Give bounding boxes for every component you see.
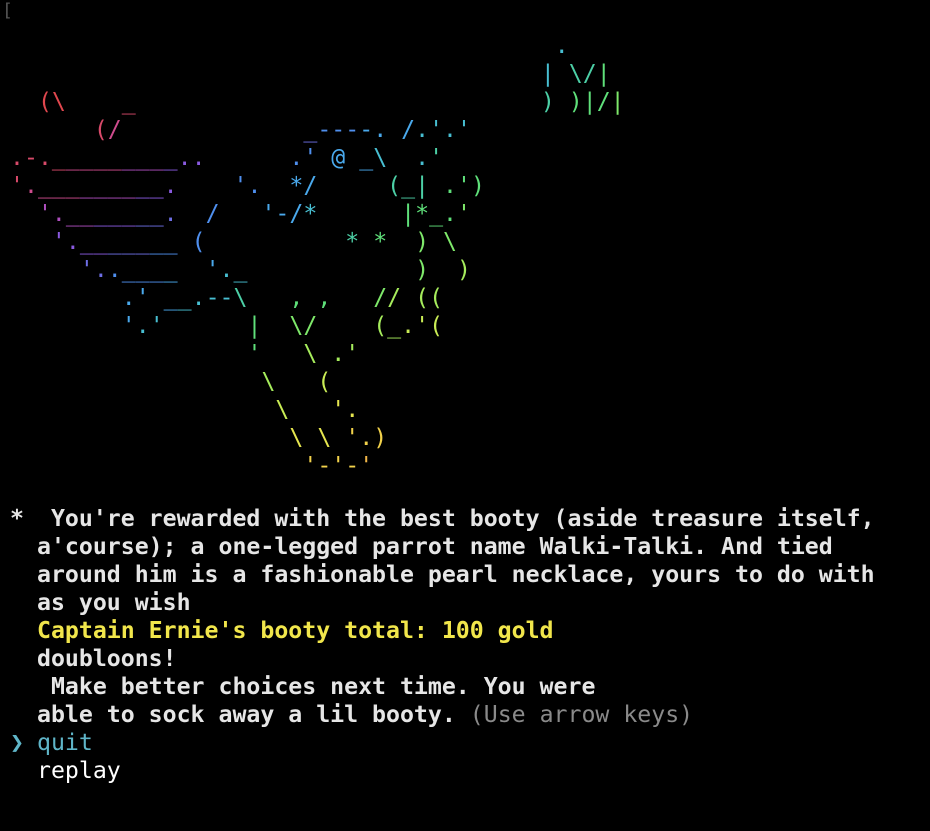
ascii-art-line: .-._________.. .' @ _\ .' — [10, 144, 444, 171]
ascii-art-line: '..____ '._ ) ) — [79, 256, 471, 283]
ascii-art-line: .' __.--\ , , // (( — [121, 284, 444, 311]
message-line-8: able to sock away a lil booty. (Use arro… — [37, 701, 694, 728]
message-line-6: doubloons! — [37, 645, 177, 672]
ascii-art-line: ' \ .' — [247, 340, 360, 367]
ascii-art-line: '._________. '. */ (_| .') — [10, 172, 485, 199]
selection-pointer-icon: ❯ — [10, 729, 24, 756]
ascii-art-line: \ '. — [275, 396, 360, 423]
message-line-4: as you wish — [37, 589, 191, 616]
message-line-1: * You're rewarded with the best booty (a… — [10, 505, 875, 532]
ascii-art-line: (/ _----. /.'.' — [93, 116, 471, 143]
booty-total-line: Captain Ernie's booty total: 100 gold — [37, 617, 554, 644]
message-line-3: around him is a fashionable pearl neckla… — [37, 561, 875, 588]
ascii-art-line: \ \ '.) — [289, 424, 388, 451]
message-line-7: Make better choices next time. You were — [37, 673, 596, 700]
ascii-art-line: (\ _ ) )|/| — [37, 88, 625, 115]
ascii-art-line: \ ( — [261, 368, 332, 395]
ascii-art-line: '._______ ( * * ) \ — [51, 228, 457, 255]
terminal-corner-glyph: [ — [2, 0, 13, 21]
option-replay[interactable]: replay — [10, 757, 875, 785]
ascii-art-line: '-'-' — [303, 452, 374, 479]
terminal-window: [ . | \/| (\ _ ) )|/| (/ _----. /.'.' .-.… — [0, 0, 930, 831]
bullet-star: * — [10, 505, 24, 532]
message-block: * You're rewarded with the best booty (a… — [10, 505, 875, 785]
arrow-keys-hint: (Use arrow keys) — [455, 701, 694, 728]
ascii-art-line: . — [554, 32, 569, 59]
parrot-ascii-art: . | \/| (\ _ ) )|/| (/ _----. /.'.' .-.__… — [10, 32, 625, 480]
option-quit[interactable]: ❯ quit — [10, 729, 875, 757]
message-line-2: a'course); a one-legged parrot name Walk… — [37, 533, 833, 560]
ascii-art-line: '._______. / '-/* |*_.' — [37, 200, 471, 227]
ascii-art-line: | \/| — [540, 60, 611, 87]
ascii-art-line: '.' | \/ (_.'( — [121, 312, 444, 339]
